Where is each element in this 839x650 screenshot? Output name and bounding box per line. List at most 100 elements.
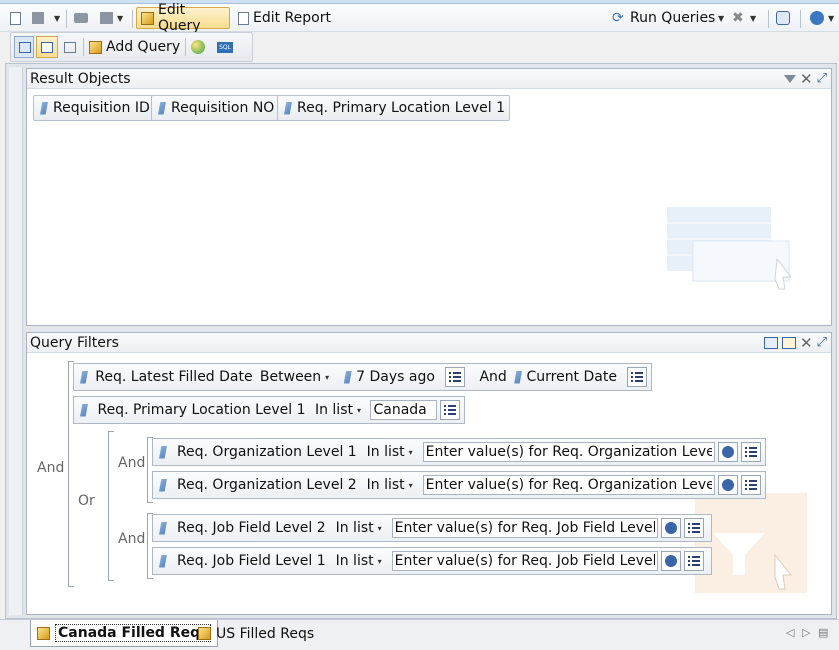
operator-dropdown[interactable]: In list ▾: [336, 553, 382, 569]
help-button[interactable]: ▼: [806, 7, 838, 29]
operator-label: In list: [335, 553, 374, 569]
run-queries-dropdown[interactable]: ▼: [714, 7, 728, 29]
filter-field: Req. Organization Level 1: [176, 444, 357, 460]
filter-row-job-field-level-2[interactable]: Req. Job Field Level 2 In list ▾: [152, 514, 712, 542]
value-type-button[interactable]: [444, 367, 465, 387]
filter-row-organization-level-2[interactable]: Req. Organization Level 2 In list ▾: [152, 471, 766, 499]
edit-query-button[interactable]: Edit Query: [136, 2, 230, 34]
result-objects-actions: ✕ ⤢: [784, 71, 827, 86]
value-type-button[interactable]: [683, 551, 704, 571]
toolbar-separator: [132, 10, 133, 28]
filter-value-input[interactable]: [422, 442, 715, 462]
layout-button[interactable]: [14, 36, 34, 58]
sql-button[interactable]: SQL: [213, 36, 237, 58]
prompt-button[interactable]: [717, 475, 738, 495]
result-object-requisition-id[interactable]: Requisition ID: [33, 95, 155, 121]
tab-label: Canada Filled Reqs: [55, 624, 212, 642]
chevron-down-icon: ▼: [828, 13, 835, 23]
chevron-down-icon: ▼: [750, 13, 757, 23]
result-object-label: Requisition NO: [171, 100, 275, 116]
remove-all-icon[interactable]: ✕: [800, 335, 813, 350]
tab-canada-filled-reqs[interactable]: Canada Filled Reqs: [30, 620, 219, 647]
operator-dropdown[interactable]: Between ▾: [260, 369, 329, 385]
prompt-button[interactable]: [660, 551, 681, 571]
remove-all-icon[interactable]: ✕: [800, 71, 813, 86]
prompt-button[interactable]: [660, 518, 681, 538]
filter-icon[interactable]: [784, 74, 797, 83]
query-filters-header: Query Filters ✕ ⤢: [27, 333, 831, 353]
filter-row-primary-location[interactable]: Req. Primary Location Level 1 In list ▾ C…: [73, 396, 465, 424]
edit-report-label: Edit Report: [253, 10, 331, 26]
chevron-down-icon: ▾: [408, 447, 413, 457]
value-type-button[interactable]: [740, 475, 761, 495]
operator-label: In list: [366, 477, 405, 493]
result-objects-header: Result Objects ✕ ⤢: [27, 69, 831, 89]
filter-value-start[interactable]: 7 Days ago: [356, 369, 435, 385]
info-icon: [776, 11, 790, 25]
logic-and-group1[interactable]: And: [118, 455, 145, 471]
filter-value-input[interactable]: Canada: [370, 400, 438, 420]
new-document-button[interactable]: [6, 7, 25, 29]
operator-dropdown[interactable]: In list ▾: [315, 402, 361, 418]
operator-label: In list: [366, 444, 405, 460]
purge-button[interactable]: ✖ ▼: [728, 7, 760, 29]
tab-label: US Filled Reqs: [216, 625, 315, 642]
filter-value-input[interactable]: [422, 475, 715, 495]
dimension-icon: [159, 478, 167, 492]
toolbar-separator: [768, 10, 769, 28]
add-subquery-icon[interactable]: [782, 336, 797, 349]
dimension-icon: [40, 101, 48, 115]
operator-dropdown[interactable]: In list ▾: [336, 520, 382, 536]
filter-row-job-field-level-1[interactable]: Req. Job Field Level 1 In list ▾: [152, 547, 712, 575]
add-filter-icon[interactable]: [764, 336, 779, 349]
filter-row-organization-level-1[interactable]: Req. Organization Level 1 In list ▾: [152, 438, 766, 466]
query-toolbar: Add Query SQL: [10, 32, 253, 62]
result-object-primary-location[interactable]: Req. Primary Location Level 1: [277, 95, 511, 121]
tab-prev-icon[interactable]: ◁: [786, 626, 794, 639]
view-button[interactable]: ▼: [96, 7, 127, 29]
value-type-button[interactable]: [683, 518, 704, 538]
list-icon: [744, 446, 757, 458]
chevron-down-icon: ▼: [54, 13, 61, 23]
filter-value-input[interactable]: [391, 518, 658, 538]
help-panel-button[interactable]: [772, 7, 794, 29]
value-type-button[interactable]: [740, 442, 761, 462]
result-object-requisition-no[interactable]: Requisition NO: [151, 95, 280, 121]
data-preview-button[interactable]: [60, 36, 80, 58]
add-query-button[interactable]: Add Query: [85, 36, 184, 58]
edit-report-button[interactable]: Edit Report: [234, 7, 335, 29]
operator-dropdown[interactable]: In list ▾: [367, 477, 413, 493]
prompt-icon: [664, 522, 677, 534]
logic-and-group2[interactable]: And: [118, 531, 145, 547]
filter-value-end[interactable]: Current Date: [526, 369, 617, 385]
value-type-button[interactable]: [440, 400, 461, 420]
operator-dropdown[interactable]: In list ▾: [367, 444, 413, 460]
combined-query-button[interactable]: [187, 36, 209, 58]
save-button[interactable]: [28, 7, 48, 29]
print-button[interactable]: [70, 7, 92, 29]
logic-or[interactable]: Or: [78, 493, 95, 509]
main-toolbar: ▼ ▼ Edit Query Edit Report ⟳ Run Queries…: [0, 2, 839, 34]
run-queries-button[interactable]: ⟳ Run Queries: [608, 7, 719, 29]
query-panel-button[interactable]: [36, 36, 58, 58]
value-type-button[interactable]: [626, 367, 647, 387]
filter-value-input[interactable]: [391, 551, 658, 571]
filter-row-latest-filled-date[interactable]: Req. Latest Filled Date Between ▾ 7 Days …: [73, 363, 652, 391]
list-icon: [448, 371, 461, 383]
logic-and-outer[interactable]: And: [37, 460, 64, 476]
pin-icon[interactable]: ⤢: [817, 71, 827, 86]
prompt-icon: [664, 555, 677, 567]
query-filters-panel: Query Filters ✕ ⤢ And Or And And Req. La…: [26, 332, 832, 615]
tab-next-icon[interactable]: ▷: [802, 626, 810, 639]
layout-icon: [19, 41, 31, 53]
tab-us-filled-reqs[interactable]: US Filled Reqs: [192, 620, 320, 647]
list-icon: [687, 522, 700, 534]
save-dropdown[interactable]: ▼: [50, 7, 64, 29]
list-icon: [744, 479, 757, 491]
tab-list-icon[interactable]: ▤: [818, 626, 828, 639]
prompt-button[interactable]: [717, 442, 738, 462]
filter-field: Req. Latest Filled Date: [95, 369, 253, 385]
pin-icon[interactable]: ⤢: [817, 335, 827, 350]
outline-sidebar[interactable]: [9, 67, 23, 615]
object-value-icon: [514, 370, 523, 384]
